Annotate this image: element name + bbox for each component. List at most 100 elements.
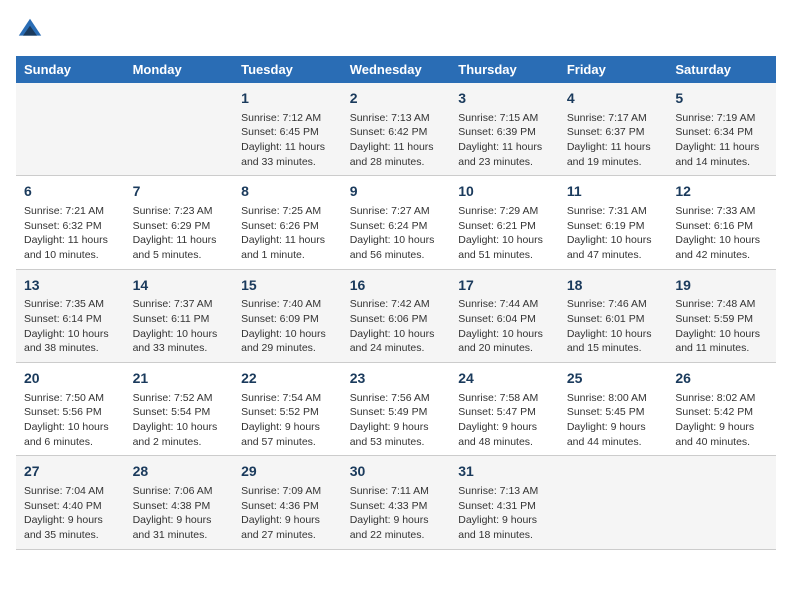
day-header-sunday: Sunday — [16, 56, 125, 83]
day-info: Sunrise: 7:40 AMSunset: 6:09 PMDaylight:… — [241, 297, 334, 356]
day-number: 2 — [350, 89, 443, 109]
day-number: 18 — [567, 276, 660, 296]
day-info: Sunrise: 7:52 AMSunset: 5:54 PMDaylight:… — [133, 391, 226, 450]
week-row-5: 27Sunrise: 7:04 AMSunset: 4:40 PMDayligh… — [16, 456, 776, 549]
day-info: Sunrise: 7:23 AMSunset: 6:29 PMDaylight:… — [133, 204, 226, 263]
day-number: 10 — [458, 182, 551, 202]
day-info: Sunrise: 7:13 AMSunset: 4:31 PMDaylight:… — [458, 484, 551, 543]
calendar-cell: 9Sunrise: 7:27 AMSunset: 6:24 PMDaylight… — [342, 176, 451, 269]
logo — [16, 16, 48, 44]
day-number: 8 — [241, 182, 334, 202]
day-header-monday: Monday — [125, 56, 234, 83]
calendar-cell: 26Sunrise: 8:02 AMSunset: 5:42 PMDayligh… — [667, 363, 776, 456]
day-info: Sunrise: 7:04 AMSunset: 4:40 PMDaylight:… — [24, 484, 117, 543]
day-info: Sunrise: 7:06 AMSunset: 4:38 PMDaylight:… — [133, 484, 226, 543]
calendar-cell: 31Sunrise: 7:13 AMSunset: 4:31 PMDayligh… — [450, 456, 559, 549]
day-number: 23 — [350, 369, 443, 389]
calendar-cell: 25Sunrise: 8:00 AMSunset: 5:45 PMDayligh… — [559, 363, 668, 456]
calendar-cell: 2Sunrise: 7:13 AMSunset: 6:42 PMDaylight… — [342, 83, 451, 176]
day-info: Sunrise: 7:56 AMSunset: 5:49 PMDaylight:… — [350, 391, 443, 450]
day-info: Sunrise: 7:42 AMSunset: 6:06 PMDaylight:… — [350, 297, 443, 356]
day-header-thursday: Thursday — [450, 56, 559, 83]
day-number: 16 — [350, 276, 443, 296]
day-number: 19 — [675, 276, 768, 296]
day-info: Sunrise: 7:46 AMSunset: 6:01 PMDaylight:… — [567, 297, 660, 356]
day-info: Sunrise: 8:00 AMSunset: 5:45 PMDaylight:… — [567, 391, 660, 450]
day-info: Sunrise: 7:33 AMSunset: 6:16 PMDaylight:… — [675, 204, 768, 263]
day-number: 30 — [350, 462, 443, 482]
calendar-cell: 5Sunrise: 7:19 AMSunset: 6:34 PMDaylight… — [667, 83, 776, 176]
days-header-row: SundayMondayTuesdayWednesdayThursdayFrid… — [16, 56, 776, 83]
day-number: 28 — [133, 462, 226, 482]
day-number: 25 — [567, 369, 660, 389]
day-info: Sunrise: 7:11 AMSunset: 4:33 PMDaylight:… — [350, 484, 443, 543]
calendar-cell: 16Sunrise: 7:42 AMSunset: 6:06 PMDayligh… — [342, 269, 451, 362]
calendar-cell: 21Sunrise: 7:52 AMSunset: 5:54 PMDayligh… — [125, 363, 234, 456]
calendar-cell: 11Sunrise: 7:31 AMSunset: 6:19 PMDayligh… — [559, 176, 668, 269]
calendar-cell: 29Sunrise: 7:09 AMSunset: 4:36 PMDayligh… — [233, 456, 342, 549]
day-info: Sunrise: 7:25 AMSunset: 6:26 PMDaylight:… — [241, 204, 334, 263]
day-header-friday: Friday — [559, 56, 668, 83]
day-number: 3 — [458, 89, 551, 109]
day-number: 26 — [675, 369, 768, 389]
week-row-3: 13Sunrise: 7:35 AMSunset: 6:14 PMDayligh… — [16, 269, 776, 362]
day-number: 4 — [567, 89, 660, 109]
day-header-wednesday: Wednesday — [342, 56, 451, 83]
day-info: Sunrise: 7:09 AMSunset: 4:36 PMDaylight:… — [241, 484, 334, 543]
day-info: Sunrise: 7:35 AMSunset: 6:14 PMDaylight:… — [24, 297, 117, 356]
day-number: 24 — [458, 369, 551, 389]
day-number: 1 — [241, 89, 334, 109]
day-info: Sunrise: 7:27 AMSunset: 6:24 PMDaylight:… — [350, 204, 443, 263]
day-number: 9 — [350, 182, 443, 202]
day-info: Sunrise: 7:48 AMSunset: 5:59 PMDaylight:… — [675, 297, 768, 356]
calendar-cell: 22Sunrise: 7:54 AMSunset: 5:52 PMDayligh… — [233, 363, 342, 456]
day-number: 31 — [458, 462, 551, 482]
day-number: 13 — [24, 276, 117, 296]
day-info: Sunrise: 7:37 AMSunset: 6:11 PMDaylight:… — [133, 297, 226, 356]
calendar-cell: 30Sunrise: 7:11 AMSunset: 4:33 PMDayligh… — [342, 456, 451, 549]
calendar-table: SundayMondayTuesdayWednesdayThursdayFrid… — [16, 56, 776, 550]
day-info: Sunrise: 7:12 AMSunset: 6:45 PMDaylight:… — [241, 111, 334, 170]
calendar-cell: 27Sunrise: 7:04 AMSunset: 4:40 PMDayligh… — [16, 456, 125, 549]
calendar-cell: 15Sunrise: 7:40 AMSunset: 6:09 PMDayligh… — [233, 269, 342, 362]
day-number: 20 — [24, 369, 117, 389]
calendar-cell — [16, 83, 125, 176]
calendar-cell: 10Sunrise: 7:29 AMSunset: 6:21 PMDayligh… — [450, 176, 559, 269]
day-info: Sunrise: 7:50 AMSunset: 5:56 PMDaylight:… — [24, 391, 117, 450]
calendar-cell: 1Sunrise: 7:12 AMSunset: 6:45 PMDaylight… — [233, 83, 342, 176]
calendar-cell: 13Sunrise: 7:35 AMSunset: 6:14 PMDayligh… — [16, 269, 125, 362]
calendar-cell: 20Sunrise: 7:50 AMSunset: 5:56 PMDayligh… — [16, 363, 125, 456]
header — [16, 16, 776, 44]
day-number: 7 — [133, 182, 226, 202]
calendar-cell: 6Sunrise: 7:21 AMSunset: 6:32 PMDaylight… — [16, 176, 125, 269]
day-number: 17 — [458, 276, 551, 296]
day-info: Sunrise: 7:31 AMSunset: 6:19 PMDaylight:… — [567, 204, 660, 263]
day-number: 6 — [24, 182, 117, 202]
calendar-cell: 19Sunrise: 7:48 AMSunset: 5:59 PMDayligh… — [667, 269, 776, 362]
day-info: Sunrise: 7:54 AMSunset: 5:52 PMDaylight:… — [241, 391, 334, 450]
calendar-cell: 17Sunrise: 7:44 AMSunset: 6:04 PMDayligh… — [450, 269, 559, 362]
calendar-cell — [125, 83, 234, 176]
day-header-tuesday: Tuesday — [233, 56, 342, 83]
week-row-1: 1Sunrise: 7:12 AMSunset: 6:45 PMDaylight… — [16, 83, 776, 176]
calendar-cell: 18Sunrise: 7:46 AMSunset: 6:01 PMDayligh… — [559, 269, 668, 362]
calendar-cell: 3Sunrise: 7:15 AMSunset: 6:39 PMDaylight… — [450, 83, 559, 176]
day-number: 5 — [675, 89, 768, 109]
day-info: Sunrise: 8:02 AMSunset: 5:42 PMDaylight:… — [675, 391, 768, 450]
day-number: 21 — [133, 369, 226, 389]
day-info: Sunrise: 7:15 AMSunset: 6:39 PMDaylight:… — [458, 111, 551, 170]
calendar-cell: 7Sunrise: 7:23 AMSunset: 6:29 PMDaylight… — [125, 176, 234, 269]
week-row-4: 20Sunrise: 7:50 AMSunset: 5:56 PMDayligh… — [16, 363, 776, 456]
day-info: Sunrise: 7:17 AMSunset: 6:37 PMDaylight:… — [567, 111, 660, 170]
day-number: 27 — [24, 462, 117, 482]
calendar-cell: 28Sunrise: 7:06 AMSunset: 4:38 PMDayligh… — [125, 456, 234, 549]
day-info: Sunrise: 7:13 AMSunset: 6:42 PMDaylight:… — [350, 111, 443, 170]
calendar-cell: 4Sunrise: 7:17 AMSunset: 6:37 PMDaylight… — [559, 83, 668, 176]
calendar-cell — [667, 456, 776, 549]
day-number: 15 — [241, 276, 334, 296]
day-info: Sunrise: 7:21 AMSunset: 6:32 PMDaylight:… — [24, 204, 117, 263]
calendar-cell: 12Sunrise: 7:33 AMSunset: 6:16 PMDayligh… — [667, 176, 776, 269]
calendar-cell: 8Sunrise: 7:25 AMSunset: 6:26 PMDaylight… — [233, 176, 342, 269]
day-info: Sunrise: 7:58 AMSunset: 5:47 PMDaylight:… — [458, 391, 551, 450]
day-info: Sunrise: 7:44 AMSunset: 6:04 PMDaylight:… — [458, 297, 551, 356]
